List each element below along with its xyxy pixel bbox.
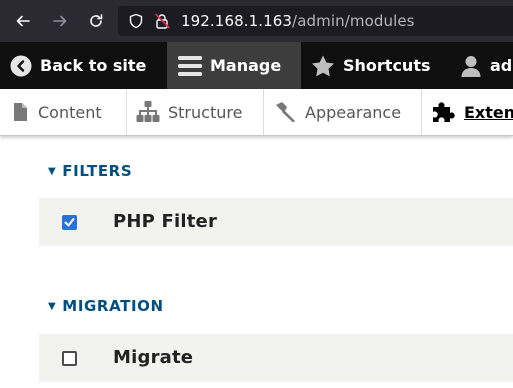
shortcuts-tab[interactable]: Shortcuts [311, 42, 431, 89]
url-path: /admin/modules [292, 12, 415, 30]
back-button[interactable] [11, 9, 35, 33]
sitemap-icon [136, 101, 160, 123]
reload-icon [90, 14, 103, 27]
checkmark-icon [64, 218, 75, 227]
star-icon [311, 55, 335, 77]
tray-item-appearance[interactable]: Appearance [273, 89, 401, 135]
triangle-down-icon: ▼ [48, 300, 57, 312]
chevron-left-circle-icon [10, 55, 32, 77]
tray-item-label: Structure [168, 102, 243, 122]
manage-tab[interactable]: Manage [167, 42, 301, 89]
hamburger-icon [178, 55, 202, 77]
user-label: ad [490, 56, 513, 75]
tray-divider [263, 89, 264, 135]
shortcuts-label: Shortcuts [343, 56, 431, 75]
module-checkbox[interactable] [62, 351, 77, 366]
tray-divider [421, 89, 422, 135]
file-icon [12, 102, 30, 122]
module-row: Migrate [39, 334, 513, 382]
tray-item-label: Appearance [305, 102, 402, 122]
section-toggle-migration[interactable]: ▼ MIGRATION [48, 297, 164, 315]
insecure-lock-icon[interactable] [154, 13, 172, 33]
module-name[interactable]: PHP Filter [113, 211, 217, 232]
url-text[interactable]: 192.168.1.163/admin/modules [181, 12, 415, 30]
tray-item-structure[interactable]: Structure [136, 89, 242, 135]
back-to-site-label: Back to site [40, 56, 147, 75]
arrow-left-icon [16, 15, 30, 27]
tray-item-content[interactable]: Content [12, 89, 102, 135]
reload-button[interactable] [84, 9, 108, 33]
section-title: FILTERS [62, 162, 133, 180]
shield-icon[interactable] [128, 13, 144, 33]
section-title: MIGRATION [62, 297, 164, 315]
tray-divider [126, 89, 127, 135]
admin-toolbar: Back to site Manage Shortcuts ad [0, 42, 513, 89]
forward-button[interactable] [48, 9, 72, 33]
triangle-down-icon: ▼ [48, 165, 57, 177]
back-to-site-link[interactable]: Back to site [10, 42, 146, 89]
manage-tray: Content Structure Appearance Exten [0, 89, 513, 136]
section-toggle-filters[interactable]: ▼ FILTERS [48, 162, 132, 180]
module-name[interactable]: Migrate [113, 347, 193, 368]
module-checkbox[interactable] [62, 215, 77, 230]
user-icon [460, 55, 482, 77]
paintbrush-icon [273, 101, 297, 123]
module-row: PHP Filter [39, 198, 513, 246]
url-host: 192.168.1.163 [181, 12, 293, 30]
tray-item-extend[interactable]: Exten [432, 89, 513, 135]
tray-item-label: Exten [464, 102, 513, 122]
tray-item-label: Content [38, 102, 102, 122]
puzzle-icon [432, 101, 456, 123]
url-bar[interactable]: 192.168.1.163/admin/modules [118, 6, 513, 36]
user-tab[interactable]: ad [460, 42, 512, 89]
browser-toolbar: 192.168.1.163/admin/modules [0, 0, 513, 42]
arrow-right-icon [53, 15, 67, 27]
manage-label: Manage [210, 56, 282, 75]
